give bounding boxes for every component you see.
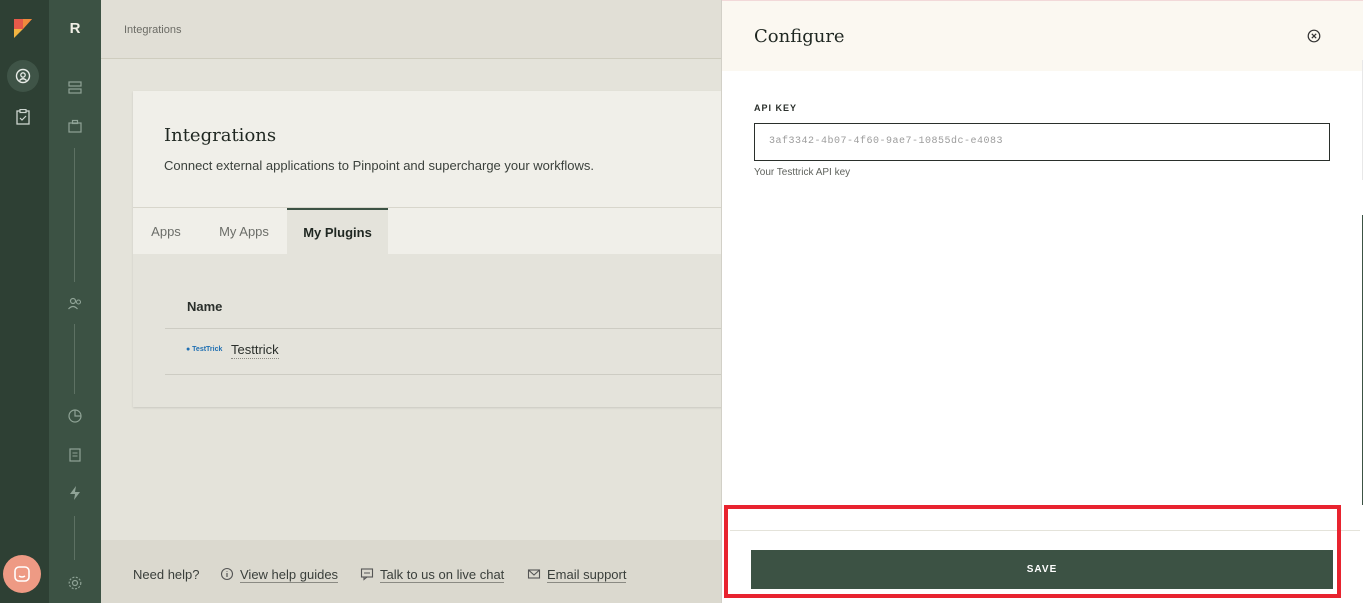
tab-apps[interactable]: Apps bbox=[133, 208, 199, 255]
lightning-icon[interactable] bbox=[67, 485, 83, 501]
pinpoint-logo[interactable] bbox=[12, 17, 34, 39]
breadcrumb[interactable]: Integrations bbox=[124, 24, 181, 36]
help-bar: Need help? View help guides Talk to us o… bbox=[101, 540, 721, 603]
view-help-guides-link[interactable]: View help guides bbox=[240, 567, 339, 583]
integrations-card: Integrations Connect external applicatio… bbox=[133, 91, 733, 407]
info-icon bbox=[220, 567, 234, 581]
email-support-link[interactable]: Email support bbox=[547, 567, 627, 583]
page-title: Integrations bbox=[164, 125, 277, 146]
email-icon bbox=[527, 569, 541, 579]
tab-my-plugins[interactable]: My Plugins bbox=[287, 208, 388, 255]
page-subtitle: Connect external applications to Pinpoin… bbox=[164, 158, 594, 173]
reports-pie-icon[interactable] bbox=[67, 408, 83, 424]
highlight-box bbox=[724, 505, 1341, 598]
users-icon[interactable] bbox=[67, 296, 83, 312]
secondary-sidebar: R bbox=[49, 0, 101, 603]
table-divider bbox=[165, 374, 733, 375]
column-header-name: Name bbox=[187, 299, 223, 314]
panel-header: Configure bbox=[722, 0, 1363, 71]
table-row-name[interactable]: Testtrick bbox=[231, 342, 279, 359]
close-icon[interactable] bbox=[1307, 29, 1321, 43]
nav-divider bbox=[74, 324, 75, 394]
briefcase-icon[interactable] bbox=[67, 118, 83, 134]
chat-icon bbox=[360, 568, 374, 581]
nav-divider bbox=[74, 516, 75, 560]
api-key-label: API KEY bbox=[754, 103, 798, 113]
live-chat-link[interactable]: Talk to us on live chat bbox=[380, 567, 505, 583]
workspace-initial[interactable]: R bbox=[49, 20, 101, 37]
plugins-table: Name ● TestTrick Testtrick bbox=[133, 254, 733, 407]
list-icon[interactable] bbox=[67, 80, 83, 96]
top-bar: Integrations bbox=[101, 0, 721, 59]
nav-clipboard-icon[interactable] bbox=[7, 101, 39, 133]
integration-tabs: Apps My Apps My Plugins bbox=[133, 207, 733, 255]
main-sidebar bbox=[0, 0, 49, 603]
table-divider bbox=[165, 328, 733, 329]
live-chat-button[interactable] bbox=[3, 555, 41, 593]
testtrick-logo: ● TestTrick bbox=[186, 346, 223, 353]
nav-search-candidates-icon[interactable] bbox=[7, 60, 39, 92]
api-key-input[interactable]: 3af3342-4b07-4f60-9ae7-10855dc-e4083 bbox=[754, 123, 1330, 161]
api-key-help: Your Testtrick API key bbox=[754, 167, 851, 178]
nav-divider bbox=[74, 148, 75, 282]
settings-gear-icon[interactable] bbox=[67, 575, 83, 591]
panel-title: Configure bbox=[754, 26, 845, 47]
need-help-label: Need help? bbox=[133, 567, 200, 582]
tab-my-apps[interactable]: My Apps bbox=[204, 208, 284, 255]
document-icon[interactable] bbox=[67, 447, 83, 463]
